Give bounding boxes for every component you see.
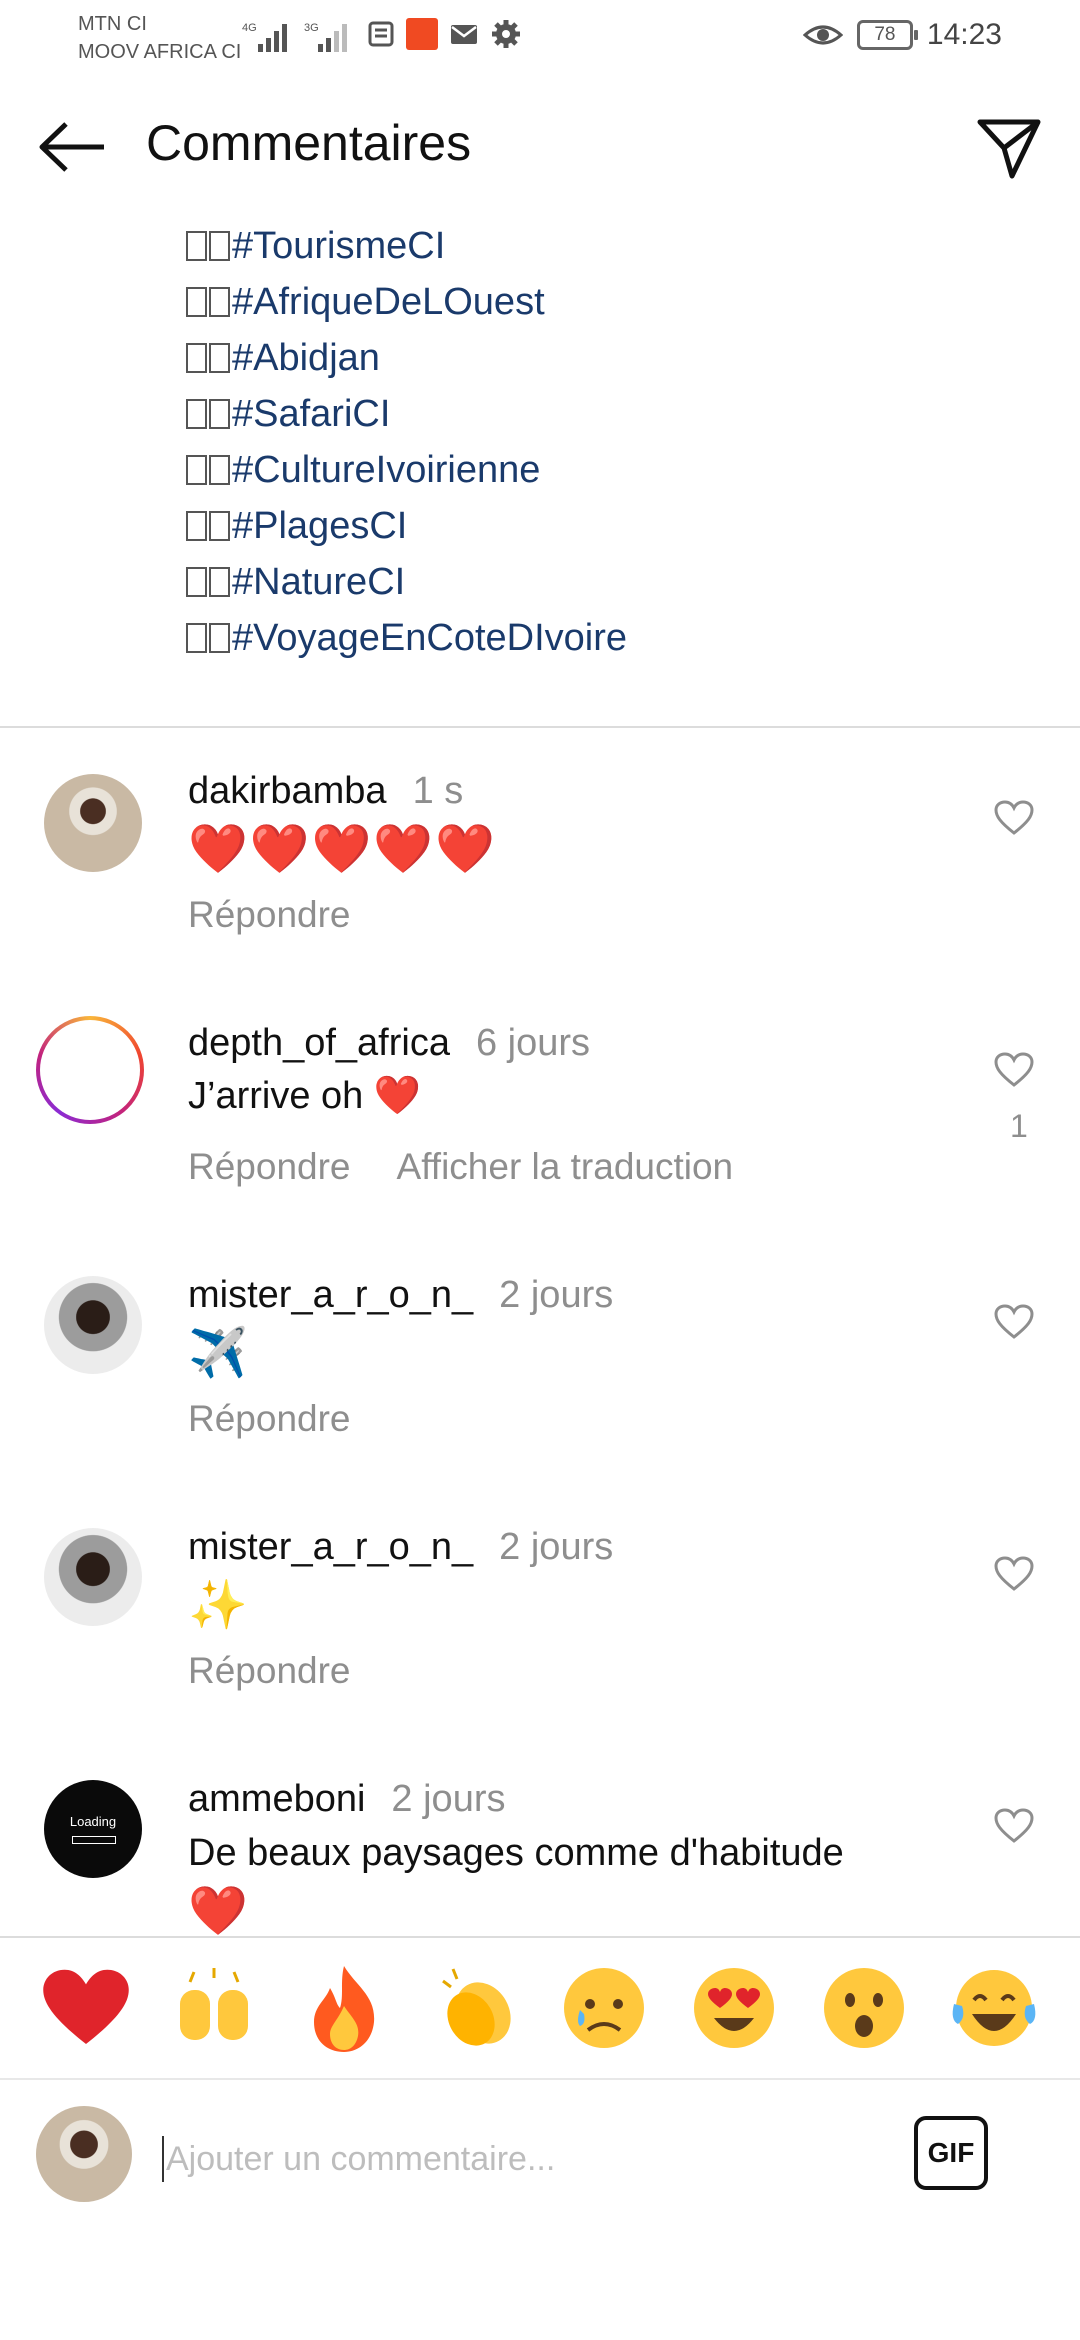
battery-indicator: 78 <box>856 20 918 50</box>
reply-button[interactable]: Répondre <box>188 1398 351 1439</box>
heart-eyes-reaction-icon[interactable] <box>686 1960 782 2056</box>
hashtag-link[interactable]: #SafariCI <box>186 386 627 442</box>
raising-hands-reaction-icon[interactable] <box>166 1960 262 2056</box>
clapping-hands-reaction-icon[interactable] <box>428 1960 524 2056</box>
comment-time: 2 jours <box>391 1778 506 1820</box>
signal-3g-icon: 3G <box>304 22 347 52</box>
comment-actions: Répondre <box>188 894 397 936</box>
comment-author[interactable]: mister_a_r_o_n_ 2 jours <box>188 1526 613 1569</box>
carrier-name-1: MTN CI <box>78 13 147 35</box>
hashtag-link[interactable]: #CultureIvoirienne <box>186 442 627 498</box>
fire-reaction-icon[interactable] <box>296 1960 392 2056</box>
sad-face-reaction-icon[interactable] <box>556 1960 652 2056</box>
comment-author[interactable]: depth_of_africa 6 jours <box>188 1022 590 1065</box>
comment-time: 6 jours <box>475 1022 591 1064</box>
avatar[interactable] <box>44 774 142 872</box>
reply-button[interactable]: Répondre <box>188 1650 351 1691</box>
like-heart-icon[interactable] <box>994 1556 1034 1592</box>
comment-text: ❤️❤️❤️❤️❤️ <box>188 821 497 877</box>
avatar[interactable] <box>44 1528 142 1626</box>
page-title: Commentaires <box>146 115 472 171</box>
divider <box>0 726 1080 728</box>
like-heart-icon[interactable] <box>994 800 1034 836</box>
comment-author[interactable]: mister_a_r_o_n_ 2 jours <box>188 1274 613 1317</box>
signal-4g-icon: 4G <box>242 22 287 52</box>
comment-time: 1 s <box>412 770 464 812</box>
hashtag-link[interactable]: #PlagesCI <box>186 498 627 554</box>
svg-text:3G: 3G <box>304 22 319 34</box>
heart-reaction-icon[interactable] <box>38 1960 134 2056</box>
news-icon <box>368 21 394 47</box>
comment-text: ✈️ <box>188 1325 250 1381</box>
avatar[interactable] <box>44 1276 142 1374</box>
carrier-name-2: MOOV AFRICA CI <box>78 41 242 63</box>
settings-gear-icon <box>492 20 520 48</box>
reply-button[interactable]: Répondre <box>188 894 351 935</box>
comment-text-line2: ❤️ <box>188 1883 250 1936</box>
comment-author[interactable]: dakirbamba 1 s <box>188 770 463 813</box>
hashtag-link[interactable]: #VoyageEnCoteDIvoire <box>186 610 627 666</box>
comment-text: ✨ <box>188 1577 250 1633</box>
send-direct-icon[interactable] <box>974 112 1044 182</box>
like-heart-icon[interactable] <box>994 1052 1034 1088</box>
comment-text: De beaux paysages comme d'habitude <box>188 1832 844 1874</box>
comment-actions: Répondre Afficher la traduction <box>188 1146 779 1188</box>
caption-hashtags: #TourismeCI #AfriqueDeLOuest #Abidjan #S… <box>186 218 627 666</box>
current-user-avatar <box>36 2106 132 2202</box>
surprised-face-reaction-icon[interactable] <box>816 1960 912 2056</box>
clock: 14:23 <box>926 18 1002 51</box>
comment-input[interactable] <box>164 2128 868 2190</box>
avatar[interactable] <box>36 1016 144 1124</box>
reply-button[interactable]: Répondre <box>188 1146 351 1187</box>
hashtag-link[interactable]: #NatureCI <box>186 554 627 610</box>
comment-item: Loading ammeboni 2 jours De beaux paysage… <box>0 1778 1080 1936</box>
like-count: 1 <box>1010 1108 1028 1144</box>
top-bar: Commentaires <box>0 90 1080 200</box>
status-bar: MTN CI MOOV AFRICA CI 4G 3G 78 14:23 <box>0 0 1080 72</box>
like-heart-icon[interactable] <box>994 1304 1034 1340</box>
hashtag-link[interactable]: #Abidjan <box>186 330 627 386</box>
back-arrow-icon[interactable] <box>36 120 108 174</box>
tears-of-joy-reaction-icon[interactable] <box>946 1960 1042 2056</box>
like-heart-icon[interactable] <box>994 1808 1034 1844</box>
eye-comfort-icon <box>802 25 843 45</box>
comment-actions: Répondre <box>188 1650 397 1692</box>
gif-button[interactable]: GIF <box>914 2116 988 2190</box>
svg-text:4G: 4G <box>242 22 257 34</box>
hashtag-link[interactable]: #AfriqueDeLOuest <box>186 274 627 330</box>
hashtag-link[interactable]: #TourismeCI <box>186 218 627 274</box>
comment-time: 2 jours <box>499 1274 614 1316</box>
comment-time: 2 jours <box>499 1526 614 1568</box>
comment-author[interactable]: ammeboni 2 jours <box>188 1778 505 1821</box>
comment-composer: GIF <box>0 2092 1080 2232</box>
comment-text: J’arrive oh ❤️ <box>188 1075 422 1117</box>
quick-reactions-bar <box>0 1936 1080 2080</box>
see-translation-button[interactable]: Afficher la traduction <box>397 1146 734 1187</box>
aliexpress-icon <box>406 18 438 50</box>
avatar[interactable]: Loading <box>44 1780 142 1878</box>
mail-icon <box>451 25 477 44</box>
comment-actions: Répondre <box>188 1398 397 1440</box>
